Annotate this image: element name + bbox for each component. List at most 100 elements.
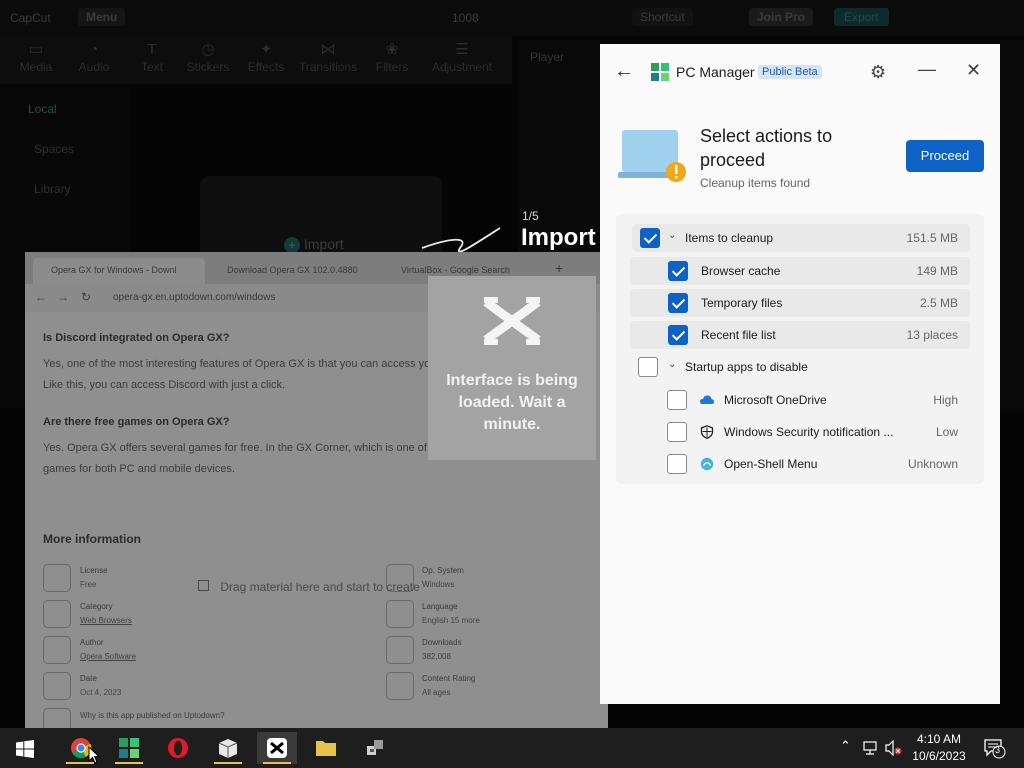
capcut-logo-icon bbox=[483, 297, 541, 345]
network-icon[interactable] bbox=[862, 740, 878, 756]
checkbox-onedrive[interactable] bbox=[667, 390, 687, 410]
project-name: 1008 bbox=[452, 11, 479, 25]
author-link[interactable]: Opera Software bbox=[80, 652, 136, 661]
audio-icon: ◔ bbox=[89, 41, 99, 58]
back-arrow-icon[interactable]: ← bbox=[614, 60, 634, 83]
media-icon: ▭ bbox=[28, 41, 44, 58]
minimize-icon[interactable]: — bbox=[918, 59, 936, 80]
volume-muted-icon[interactable] bbox=[885, 740, 903, 756]
tool-adjustment[interactable]: ☰ Adjustment bbox=[426, 40, 498, 74]
taskbar-file-explorer[interactable] bbox=[306, 732, 346, 764]
category-icon bbox=[43, 600, 71, 628]
info-label: Author bbox=[80, 638, 104, 647]
taskbar-virtualbox[interactable] bbox=[208, 732, 248, 764]
checkbox-open-shell[interactable] bbox=[667, 454, 687, 474]
settings-gear-icon[interactable]: ⚙ bbox=[870, 62, 886, 83]
startup-open-shell[interactable]: Open-Shell Menu Unknown bbox=[630, 450, 970, 478]
transitions-icon: ⋈ bbox=[320, 41, 336, 58]
app-title: PC Manager bbox=[676, 64, 755, 80]
item-browser-cache[interactable]: Browser cache 149 MB bbox=[630, 257, 970, 285]
checkbox-recent-file-list[interactable] bbox=[668, 325, 688, 345]
startup-onedrive[interactable]: Microsoft OneDrive High bbox=[630, 386, 970, 414]
checkbox-items-to-cleanup[interactable] bbox=[640, 228, 660, 248]
chevron-down-icon[interactable]: ⌄ bbox=[668, 230, 676, 241]
nav-local[interactable]: Local bbox=[28, 102, 57, 116]
back-icon[interactable]: ← bbox=[35, 290, 47, 304]
author-icon bbox=[43, 636, 71, 664]
action-heading: Select actions to proceed bbox=[700, 126, 833, 170]
faq-answer-games-2: games for both PC and mobile devices. bbox=[43, 463, 235, 475]
item-recent-file-list[interactable]: Recent file list 13 places bbox=[630, 321, 970, 349]
faq-question-discord: Is Discord integrated on Opera GX? bbox=[43, 332, 230, 344]
tool-audio[interactable]: ◔ Audio bbox=[64, 40, 124, 74]
faq-answer-discord-2: Like this, you can access Discord with j… bbox=[43, 379, 286, 391]
item-temporary-files[interactable]: Temporary files 2.5 MB bbox=[630, 289, 970, 317]
chevron-up-icon[interactable]: ⌃ bbox=[840, 738, 851, 754]
tab-opera-gx[interactable]: Opera GX for Windows - Downl bbox=[33, 258, 205, 284]
taskbar-network-app[interactable] bbox=[356, 732, 396, 764]
filters-icon: ❀ bbox=[385, 41, 399, 58]
chevron-down-icon[interactable]: ⌄ bbox=[668, 359, 676, 370]
tool-effects[interactable]: ✦ Effects bbox=[236, 40, 296, 74]
nav-library[interactable]: Library bbox=[34, 182, 71, 196]
loading-message: Interface is being loaded. Wait a minute… bbox=[446, 372, 578, 433]
tool-text[interactable]: T Text bbox=[122, 40, 182, 74]
why-published-link[interactable]: Why is this app published on Uptodown? bbox=[80, 711, 225, 720]
loading-overlay: Interface is being loaded. Wait a minute… bbox=[428, 276, 596, 460]
shield-icon bbox=[700, 425, 714, 439]
close-icon[interactable]: ✕ bbox=[966, 60, 981, 81]
downloads-icon bbox=[386, 636, 414, 664]
rating-icon bbox=[386, 672, 414, 700]
info-value: English 15 more bbox=[422, 616, 480, 625]
checkbox-browser-cache[interactable] bbox=[668, 261, 688, 281]
cleanup-list: ⌄ Items to cleanup 151.5 MB Browser cach… bbox=[616, 214, 984, 484]
tool-filters[interactable]: ❀ Filters bbox=[362, 40, 422, 74]
checkbox-windows-security[interactable] bbox=[667, 422, 687, 442]
info-label: Category bbox=[80, 602, 113, 611]
plus-icon: + bbox=[284, 237, 300, 253]
reload-icon[interactable]: ↻ bbox=[81, 290, 91, 304]
info-label: Op. System bbox=[422, 566, 464, 575]
import-button[interactable]: + Import bbox=[284, 236, 344, 253]
shortcut-button[interactable]: Shortcut bbox=[632, 8, 693, 26]
checkbox-startup-apps[interactable] bbox=[638, 357, 658, 377]
category-link[interactable]: Web Browsers bbox=[80, 616, 132, 625]
startup-windows-security[interactable]: Windows Security notification ... Low bbox=[630, 418, 970, 446]
laptop-warning-icon bbox=[618, 130, 686, 182]
info-value: Free bbox=[80, 580, 97, 589]
group-items-to-cleanup[interactable]: ⌄ Items to cleanup 151.5 MB bbox=[632, 224, 970, 252]
tab-download-opera[interactable]: Download Opera GX 102.0.4880 bbox=[209, 258, 379, 284]
taskbar-pc-manager[interactable] bbox=[109, 732, 149, 764]
license-icon bbox=[43, 564, 71, 592]
windows-start-icon[interactable] bbox=[16, 740, 34, 758]
date-icon bbox=[43, 672, 71, 700]
taskbar-opera[interactable] bbox=[158, 732, 198, 764]
menu-button[interactable]: Menu bbox=[78, 8, 126, 26]
export-button[interactable]: Export bbox=[834, 8, 889, 26]
details-panel-edge bbox=[1004, 96, 1024, 396]
opera-icon bbox=[168, 738, 188, 758]
info-label: Content Rating bbox=[422, 674, 476, 683]
tool-transitions[interactable]: ⋈ Transitions bbox=[298, 40, 358, 74]
info-value: Oct 4, 2023 bbox=[80, 688, 122, 697]
clock[interactable]: 4:10 AM 10/6/2023 bbox=[904, 731, 974, 765]
forward-icon[interactable]: → bbox=[57, 290, 69, 304]
running-indicator bbox=[263, 762, 291, 764]
text-icon: T bbox=[147, 41, 157, 58]
tool-media[interactable]: ▭ Media bbox=[6, 40, 66, 74]
taskbar-capcut[interactable] bbox=[257, 732, 297, 764]
nav-spaces[interactable]: Spaces bbox=[34, 142, 74, 156]
tour-step: 1/5 bbox=[522, 209, 539, 223]
pc-manager-taskbar-icon bbox=[119, 738, 139, 758]
address-bar[interactable]: opera-gx.en.uptodown.com/windows bbox=[113, 292, 275, 303]
checkbox-temporary-files[interactable] bbox=[668, 293, 688, 313]
tour-title: Import bbox=[521, 224, 596, 251]
adjustment-icon: ☰ bbox=[455, 41, 469, 58]
group-startup-apps[interactable]: ⌄ Startup apps to disable bbox=[632, 353, 970, 381]
tool-stickers[interactable]: ◷ Stickers bbox=[178, 40, 238, 74]
pc-manager-logo-icon bbox=[651, 63, 669, 81]
proceed-button[interactable]: Proceed bbox=[906, 140, 984, 172]
new-tab-icon[interactable]: + bbox=[555, 260, 563, 276]
join-pro-button[interactable]: Join Pro bbox=[749, 8, 814, 26]
capcut-title-bar: CapCut Menu 1008 Shortcut Join Pro Expor… bbox=[0, 0, 1024, 36]
